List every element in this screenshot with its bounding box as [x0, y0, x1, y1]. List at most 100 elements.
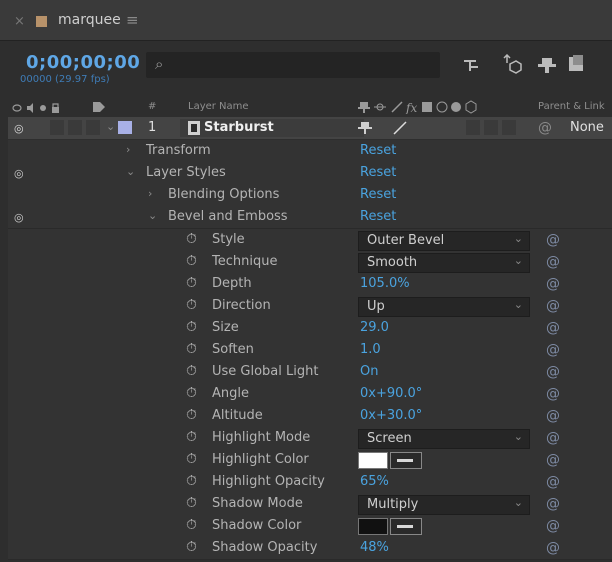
expression-pickwhip-icon[interactable]: @: [546, 364, 560, 380]
stopwatch-icon[interactable]: ⏱: [186, 517, 197, 533]
property-row[interactable]: ⏱ Shadow Mode Multiply ⌄ @: [8, 493, 612, 516]
stopwatch-icon[interactable]: ⏱: [186, 385, 197, 401]
bevel-emboss-reset-link[interactable]: Reset: [360, 209, 396, 224]
expression-pickwhip-icon[interactable]: @: [546, 408, 560, 424]
property-row[interactable]: ⏱ Highlight Opacity 65% @: [8, 471, 612, 494]
property-value[interactable]: 105.0%: [360, 276, 410, 291]
parent-pickwhip-icon[interactable]: @: [538, 120, 552, 136]
property-row[interactable]: ⏱ Soften 1.0 @: [8, 339, 612, 362]
property-dropdown[interactable]: Screen ⌄: [358, 429, 530, 449]
property-row[interactable]: ⏱ Style Outer Bevel ⌄ @: [8, 229, 612, 252]
property-row[interactable]: ⏱ Shadow Opacity 48% @: [8, 537, 612, 560]
motion-blur-switch[interactable]: [466, 120, 480, 135]
property-row[interactable]: ⏱ Use Global Light On @: [8, 361, 612, 384]
property-value[interactable]: 0x+30.0°: [360, 408, 422, 423]
3d-switch[interactable]: [502, 120, 516, 135]
layer-styles-reset-link[interactable]: Reset: [360, 165, 396, 180]
collapse-chevron-icon[interactable]: ⌄: [126, 165, 135, 178]
expression-pickwhip-icon[interactable]: @: [546, 232, 560, 248]
collapse-chevron-icon[interactable]: ⌄: [148, 209, 157, 222]
column-layer-name[interactable]: Layer Name: [188, 101, 249, 112]
solo-switch[interactable]: [68, 120, 82, 135]
current-time-display[interactable]: 0;00;00;00: [26, 52, 140, 73]
property-value[interactable]: 0x+90.0°: [360, 386, 422, 401]
lock-switch[interactable]: [86, 120, 100, 135]
property-value[interactable]: 29.0: [360, 320, 389, 335]
expression-pickwhip-icon[interactable]: @: [546, 276, 560, 292]
layer-name[interactable]: Starburst: [204, 120, 274, 135]
parent-dropdown[interactable]: None: [570, 120, 604, 135]
stopwatch-icon[interactable]: ⏱: [186, 231, 197, 247]
property-value[interactable]: On: [360, 364, 378, 379]
layer-label-color[interactable]: [118, 121, 132, 134]
property-value[interactable]: 1.0: [360, 342, 381, 357]
stopwatch-icon[interactable]: ⏱: [186, 495, 197, 511]
color-swatch[interactable]: [358, 452, 388, 469]
stopwatch-icon[interactable]: ⏱: [186, 429, 197, 445]
expression-pickwhip-icon[interactable]: @: [546, 518, 560, 534]
stopwatch-icon[interactable]: ⏱: [186, 253, 197, 269]
stopwatch-icon[interactable]: ⏱: [186, 539, 197, 555]
property-row[interactable]: ⏱ Highlight Color @: [8, 449, 612, 472]
bevel-emboss-row[interactable]: ◎ ⌄ Bevel and Emboss Reset: [8, 206, 612, 229]
property-value[interactable]: 65%: [360, 474, 389, 489]
stopwatch-icon[interactable]: ⏱: [186, 407, 197, 423]
property-row[interactable]: ⏱ Altitude 0x+30.0° @: [8, 405, 612, 428]
property-row[interactable]: ⏱ Shadow Color @: [8, 515, 612, 538]
visibility-icon[interactable]: ◎: [14, 167, 24, 180]
stopwatch-icon[interactable]: ⏱: [186, 451, 197, 467]
expression-pickwhip-icon[interactable]: @: [546, 540, 560, 556]
shy-layers-icon[interactable]: [536, 55, 558, 75]
composition-tab[interactable]: × marquee ≡: [8, 6, 158, 36]
expression-pickwhip-icon[interactable]: @: [546, 386, 560, 402]
property-row[interactable]: ⏱ Angle 0x+90.0° @: [8, 383, 612, 406]
composition-mini-flowchart-icon[interactable]: [462, 56, 482, 74]
color-swatch[interactable]: [358, 518, 388, 535]
quality-switch-icon[interactable]: [392, 120, 408, 136]
blending-options-reset-link[interactable]: Reset: [360, 187, 396, 202]
layer-styles-row[interactable]: ◎ ⌄ Layer Styles Reset: [8, 162, 612, 185]
property-row[interactable]: ⏱ Size 29.0 @: [8, 317, 612, 340]
shy-switch-icon[interactable]: [358, 121, 372, 135]
transform-reset-link[interactable]: Reset: [360, 143, 396, 158]
property-dropdown[interactable]: Up ⌄: [358, 297, 530, 317]
layer-row[interactable]: ◎ ⌄ 1 Starburst @ None: [8, 117, 612, 139]
search-input[interactable]: [146, 52, 440, 78]
expand-chevron-icon[interactable]: ⌄: [106, 120, 115, 133]
property-row[interactable]: ⏱ Technique Smooth ⌄ @: [8, 251, 612, 274]
property-dropdown[interactable]: Outer Bevel ⌄: [358, 231, 530, 251]
expression-pickwhip-icon[interactable]: @: [546, 474, 560, 490]
stopwatch-icon[interactable]: ⏱: [186, 297, 197, 313]
property-row[interactable]: ⏱ Highlight Mode Screen ⌄ @: [8, 427, 612, 450]
frame-blending-icon[interactable]: [566, 54, 588, 74]
property-dropdown[interactable]: Smooth ⌄: [358, 253, 530, 273]
expression-pickwhip-icon[interactable]: @: [546, 342, 560, 358]
close-icon[interactable]: ×: [14, 14, 25, 29]
property-row[interactable]: ⏱ Direction Up ⌄ @: [8, 295, 612, 318]
panel-menu-icon[interactable]: ≡: [126, 11, 139, 29]
expression-pickwhip-icon[interactable]: @: [546, 254, 560, 270]
adjustment-switch[interactable]: [484, 120, 498, 135]
audio-switch[interactable]: [50, 120, 64, 135]
eyedropper-icon[interactable]: [390, 518, 422, 535]
visibility-icon[interactable]: ◎: [14, 211, 24, 224]
stopwatch-icon[interactable]: ⏱: [186, 275, 197, 291]
expression-pickwhip-icon[interactable]: @: [546, 430, 560, 446]
transform-row[interactable]: › Transform Reset: [8, 140, 612, 163]
property-row[interactable]: ⏱ Depth 105.0% @: [8, 273, 612, 296]
property-value[interactable]: 48%: [360, 540, 389, 555]
stopwatch-icon[interactable]: ⏱: [186, 319, 197, 335]
stopwatch-icon[interactable]: ⏱: [186, 473, 197, 489]
blending-options-row[interactable]: › Blending Options Reset: [8, 184, 612, 207]
expand-chevron-icon[interactable]: ›: [148, 187, 152, 200]
stopwatch-icon[interactable]: ⏱: [186, 341, 197, 357]
expand-chevron-icon[interactable]: ›: [126, 143, 130, 156]
expression-pickwhip-icon[interactable]: @: [546, 496, 560, 512]
property-dropdown[interactable]: Multiply ⌄: [358, 495, 530, 515]
expression-pickwhip-icon[interactable]: @: [546, 298, 560, 314]
expression-pickwhip-icon[interactable]: @: [546, 320, 560, 336]
video-visibility-icon[interactable]: ◎: [14, 122, 24, 135]
stopwatch-icon[interactable]: ⏱: [186, 363, 197, 379]
expression-pickwhip-icon[interactable]: @: [546, 452, 560, 468]
eyedropper-icon[interactable]: [390, 452, 422, 469]
